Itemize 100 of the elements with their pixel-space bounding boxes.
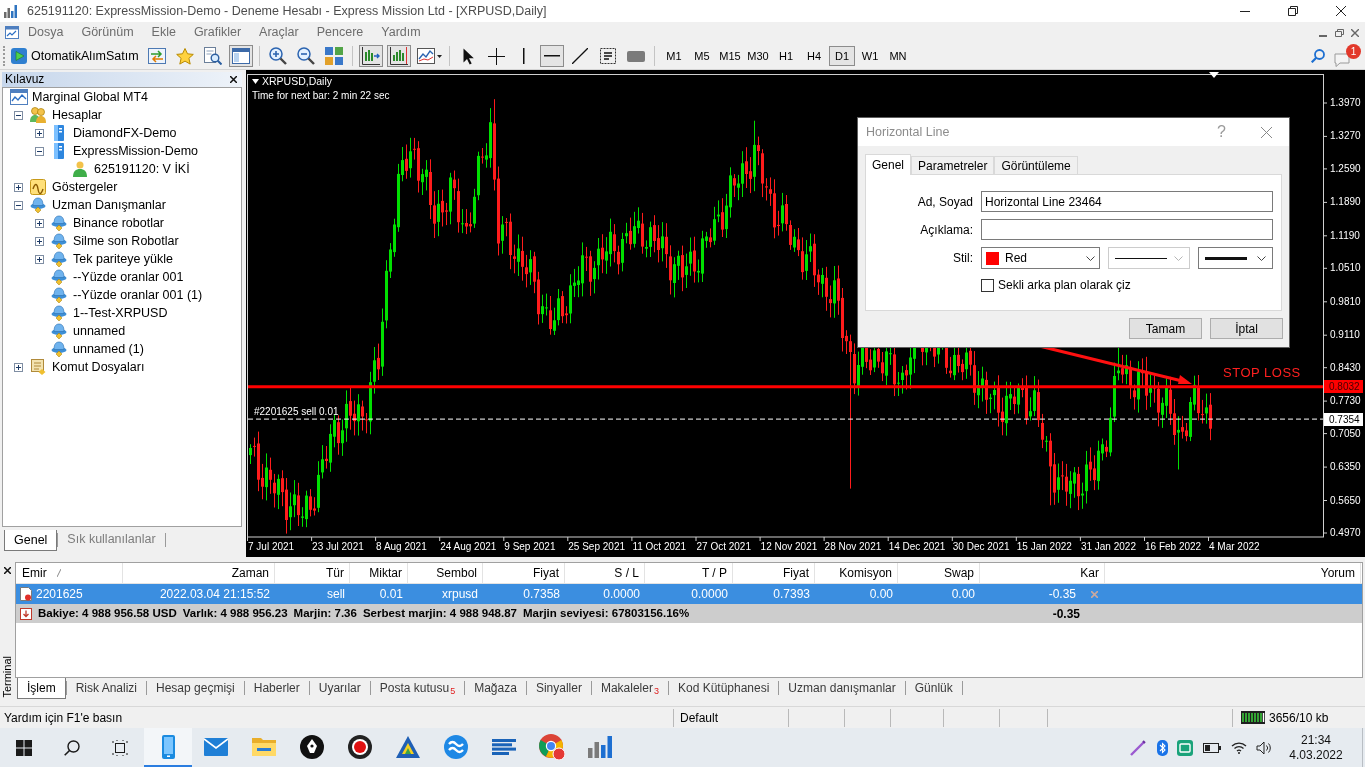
plus-box-icon[interactable] <box>35 236 44 246</box>
column-header[interactable]: Kar <box>980 563 1105 583</box>
tab[interactable]: Haberler <box>244 678 309 697</box>
column-header[interactable]: Fiyat <box>733 563 815 583</box>
menu-item[interactable]: Araçlar <box>250 22 308 43</box>
tree-item[interactable]: 1--Test-XRPUSD <box>73 303 168 323</box>
timeframe-button[interactable]: D1 <box>829 46 855 66</box>
play-icon <box>11 48 27 64</box>
plus-box-icon[interactable] <box>35 218 44 228</box>
date-label: 15 Jan 2022 <box>1016 541 1072 553</box>
tree-item[interactable]: Silme son Robotlar <box>73 231 179 251</box>
column-header[interactable]: Sembol <box>408 563 483 583</box>
menu-item[interactable]: Ekle <box>142 22 185 43</box>
menu-item[interactable]: Pencere <box>307 22 373 43</box>
timeframe-button[interactable]: W1 <box>857 46 883 66</box>
timeframe-button[interactable]: M5 <box>689 46 715 66</box>
timeframe-button[interactable]: M15 <box>717 46 743 66</box>
bar-chart-arrow-button[interactable] <box>359 45 383 67</box>
menu-item[interactable]: Görünüm <box>72 22 143 43</box>
column-header[interactable]: Emir <box>16 563 123 583</box>
tree-item[interactable]: --Yüzde oranlar 001 (1) <box>73 285 203 305</box>
line-chart-button[interactable] <box>415 45 443 67</box>
speech-bubble-icon <box>1334 53 1350 67</box>
minus-box-icon[interactable] <box>14 200 23 210</box>
column-header[interactable]: Komisyon <box>815 563 898 583</box>
horizontal-line-button[interactable] <box>540 45 564 67</box>
tile-grid-button[interactable] <box>322 45 346 67</box>
menu-item[interactable]: Yardım <box>372 22 430 43</box>
tree-item[interactable]: Uzman Danışmanlar <box>52 195 166 215</box>
column-header[interactable]: S / L <box>565 563 645 583</box>
summary-item: Bakiye: 4 988 956.58 USD <box>38 605 177 621</box>
timeframe-button[interactable]: MN <box>885 46 911 66</box>
tab[interactable]: İşlem <box>17 678 66 699</box>
tab[interactable]: Mağaza <box>465 678 526 697</box>
tab[interactable]: Risk Analizi <box>66 678 147 697</box>
date-label: 14 Dec 2021 <box>888 541 946 553</box>
tree-item[interactable]: Göstergeler <box>52 177 118 197</box>
timeframe-button[interactable]: H4 <box>801 46 827 66</box>
tree-item[interactable]: Hesaplar <box>52 105 103 125</box>
connection-bars-icon <box>1241 711 1265 724</box>
date-label: 8 Aug 2021 <box>376 541 427 553</box>
tree-item[interactable]: 625191120: V İKİ <box>94 159 190 179</box>
window-panel-button[interactable] <box>229 45 253 67</box>
notifications-button[interactable]: 1 <box>1334 44 1362 68</box>
striped-logo-icon <box>492 738 516 755</box>
table-cell-text: 0.0000 <box>691 586 728 603</box>
line-width-dropdown[interactable] <box>1198 247 1273 269</box>
bar-chart-button[interactable] <box>387 45 411 67</box>
hat-icon <box>51 215 67 231</box>
plus-box-icon[interactable] <box>14 182 23 192</box>
tab[interactable]: Hesap geçmişi <box>147 678 244 697</box>
table-cell-text: -0.35 <box>1048 586 1076 603</box>
auto-trading-button[interactable]: OtomatikAlımSatım <box>9 45 141 67</box>
arrows-window-button[interactable] <box>145 45 169 67</box>
minus-box-icon[interactable] <box>35 146 44 156</box>
dialog-button[interactable]: İptal <box>1210 318 1283 339</box>
plus-box-icon[interactable] <box>14 362 23 372</box>
minimize-icon <box>1240 10 1250 12</box>
hat-icon <box>51 269 67 285</box>
timeframe-button[interactable]: M30 <box>745 46 771 66</box>
tree-item[interactable]: Tek pariteye yükle <box>73 249 174 269</box>
column-header[interactable]: Zaman <box>123 563 275 583</box>
tab[interactable]: Kod Kütüphanesi <box>668 678 779 697</box>
magnifier-document-button[interactable] <box>201 45 225 67</box>
timeframe-button[interactable]: M1 <box>661 46 687 66</box>
tree-item[interactable]: unnamed (1) <box>73 339 144 359</box>
tree-item[interactable]: Komut Dosyaları <box>52 357 145 377</box>
column-header[interactable]: Yorum <box>1105 563 1361 583</box>
column-header[interactable]: T / P <box>645 563 733 583</box>
tree-item[interactable]: unnamed <box>73 321 126 341</box>
plus-box-icon[interactable] <box>35 128 44 138</box>
tree-item[interactable]: --Yüzde oranlar 001 <box>73 267 184 287</box>
timeframe-button[interactable]: H1 <box>773 46 799 66</box>
tree-item[interactable]: DiamondFX-Demo <box>73 123 177 143</box>
magnifier-document-icon <box>204 47 222 65</box>
minus-box-icon[interactable] <box>14 110 23 120</box>
tree-item[interactable]: Marginal Global MT4 <box>32 88 148 107</box>
tree-item[interactable]: Binance robotlar <box>73 213 165 233</box>
column-header[interactable]: Swap <box>898 563 980 583</box>
restore-icon <box>1334 28 1344 37</box>
tab[interactable]: Sık kullanılanlar <box>58 530 165 549</box>
tab[interactable]: Uzman danışmanlar <box>779 678 905 697</box>
close-button[interactable] <box>227 73 239 86</box>
plus-box-icon[interactable] <box>35 254 44 264</box>
close-button[interactable] <box>2 565 13 575</box>
column-header[interactable]: Fiyat <box>483 563 565 583</box>
vertical-line-icon <box>523 48 525 64</box>
unread-count: 5 <box>450 687 456 696</box>
tab[interactable]: Sinyaller <box>526 678 591 697</box>
star-button[interactable] <box>173 45 197 67</box>
tree-item[interactable]: ExpressMission-Demo <box>73 141 199 161</box>
tab[interactable]: Genel <box>4 530 58 551</box>
date-label: 12 Nov 2021 <box>760 541 818 553</box>
triangle-logo-icon <box>396 735 420 758</box>
menu-item[interactable]: Dosya <box>19 22 73 43</box>
tab[interactable]: Uyarılar <box>309 678 370 697</box>
column-header[interactable]: Tür <box>275 563 350 583</box>
menu-item[interactable]: Grafikler <box>184 22 251 43</box>
column-header[interactable]: Miktar <box>350 563 408 583</box>
tab[interactable]: Günlük <box>905 678 962 697</box>
